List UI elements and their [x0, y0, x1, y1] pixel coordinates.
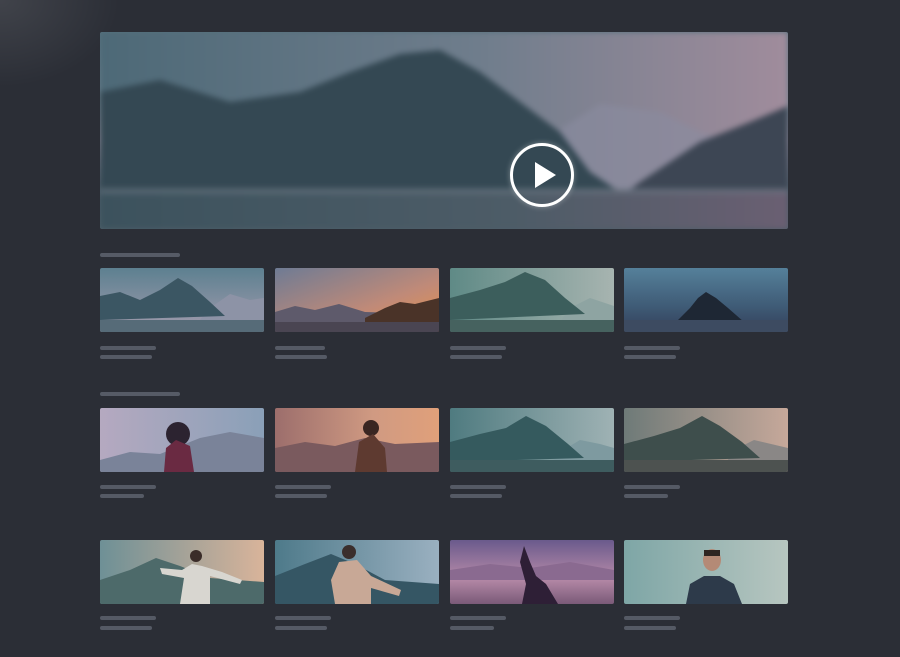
subtitle-placeholder	[450, 494, 502, 498]
video-thumbnail[interactable]	[450, 408, 614, 472]
title-placeholder	[275, 485, 331, 489]
video-thumbnail[interactable]	[624, 408, 788, 472]
title-placeholder	[624, 346, 680, 350]
section-title-placeholder	[100, 253, 180, 257]
featured-video-thumbnail	[100, 32, 788, 229]
subtitle-placeholder	[275, 626, 327, 630]
featured-video-player[interactable]	[100, 32, 788, 229]
video-thumbnail[interactable]	[100, 408, 264, 472]
video-thumbnail[interactable]	[275, 408, 439, 472]
subtitle-placeholder	[100, 494, 144, 498]
video-thumbnail[interactable]	[100, 268, 264, 332]
video-thumbnail[interactable]	[450, 540, 614, 604]
section-title-placeholder	[100, 392, 180, 396]
video-thumbnail[interactable]	[275, 268, 439, 332]
subtitle-placeholder	[624, 494, 668, 498]
title-placeholder	[450, 616, 506, 620]
subtitle-placeholder	[100, 355, 152, 359]
subtitle-placeholder	[624, 355, 676, 359]
title-placeholder	[624, 485, 680, 489]
title-placeholder	[450, 346, 506, 350]
subtitle-placeholder	[275, 494, 327, 498]
video-thumbnail[interactable]	[624, 268, 788, 332]
subtitle-placeholder	[275, 355, 327, 359]
video-thumbnail[interactable]	[624, 540, 788, 604]
play-button[interactable]	[510, 143, 574, 207]
play-icon	[535, 162, 556, 188]
title-placeholder	[100, 346, 156, 350]
title-placeholder	[624, 616, 680, 620]
title-placeholder	[275, 616, 331, 620]
subtitle-placeholder	[450, 355, 502, 359]
video-gallery-page	[0, 0, 900, 657]
subtitle-placeholder	[624, 626, 676, 630]
video-thumbnail[interactable]	[100, 540, 264, 604]
video-thumbnail[interactable]	[450, 268, 614, 332]
subtitle-placeholder	[100, 626, 152, 630]
title-placeholder	[100, 616, 156, 620]
title-placeholder	[100, 485, 156, 489]
subtitle-placeholder	[450, 626, 494, 630]
video-thumbnail[interactable]	[275, 540, 439, 604]
title-placeholder	[450, 485, 506, 489]
title-placeholder	[275, 346, 325, 350]
